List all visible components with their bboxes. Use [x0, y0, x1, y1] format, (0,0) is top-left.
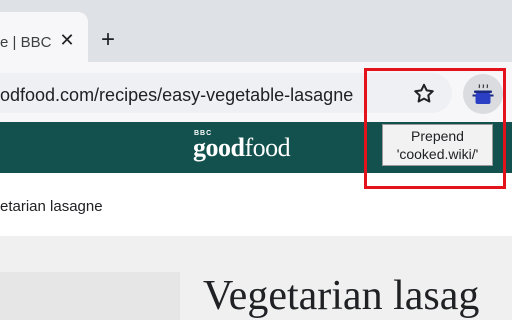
logo-good: good — [193, 133, 245, 162]
url-text[interactable]: odfood.com/recipes/easy-vegetable-lasagn… — [0, 85, 353, 106]
recipe-image — [0, 272, 180, 320]
logo-food: food — [244, 133, 291, 162]
breadcrumb[interactable]: etarian lasagne — [0, 198, 103, 215]
highlight-box — [364, 68, 506, 189]
recipe-title: Vegetarian lasag — [203, 273, 480, 319]
new-tab-button[interactable]: + — [97, 28, 119, 52]
site-logo[interactable]: goodfood — [193, 133, 291, 163]
tab-close-icon[interactable]: ✕ — [57, 29, 77, 51]
tab-title: e | BBC — [0, 34, 52, 51]
